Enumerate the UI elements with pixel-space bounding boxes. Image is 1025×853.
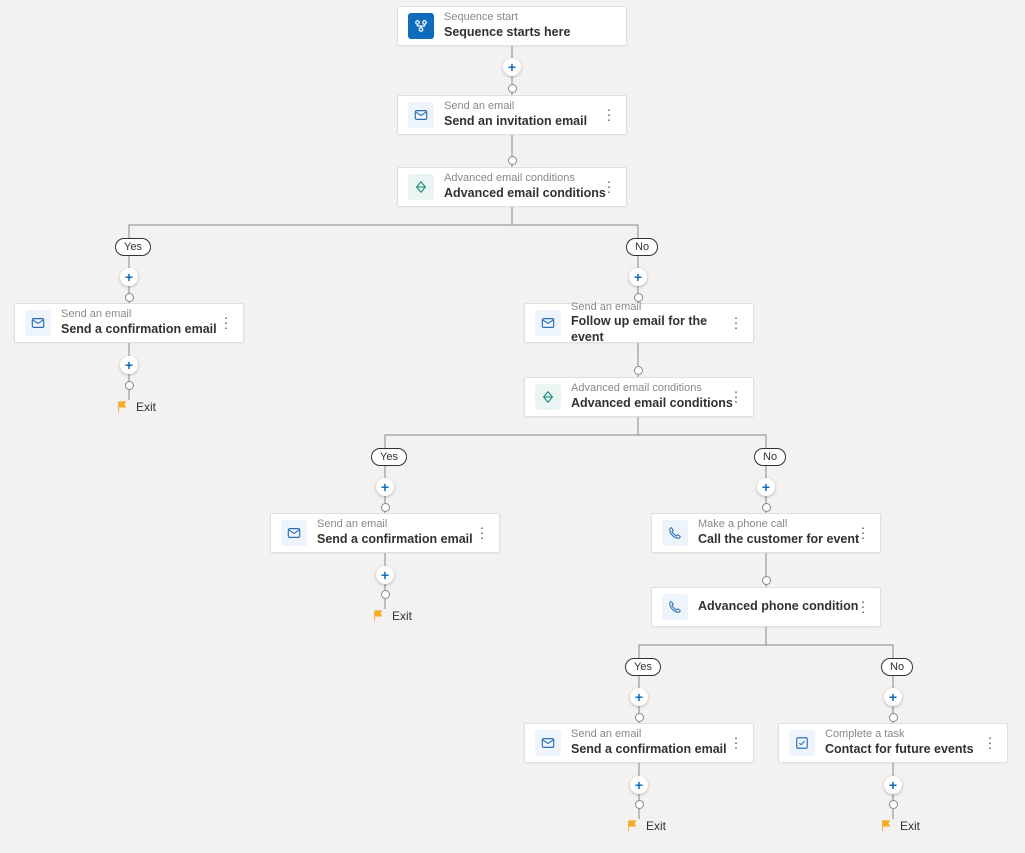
branch-no-label: No — [626, 238, 658, 256]
condition-icon — [408, 174, 434, 200]
email-icon — [535, 730, 561, 756]
exit-node: Exit — [372, 609, 412, 623]
node-subtitle: Make a phone call — [698, 518, 859, 532]
connector-port — [889, 800, 898, 809]
connector-port — [125, 293, 134, 302]
flag-icon — [880, 819, 894, 833]
node-send-confirmation-email-3[interactable]: Send an email Send a confirmation email … — [524, 723, 754, 763]
branch-yes-label: Yes — [371, 448, 407, 466]
branch-yes-label: Yes — [625, 658, 661, 676]
node-title: Send a confirmation email — [571, 742, 727, 758]
email-icon — [25, 310, 51, 336]
connector-port — [635, 800, 644, 809]
add-step-button[interactable]: + — [376, 478, 394, 496]
node-contact-future-events[interactable]: Complete a task Contact for future event… — [778, 723, 1008, 763]
add-step-button[interactable]: + — [120, 268, 138, 286]
email-icon — [408, 102, 434, 128]
add-step-button[interactable]: + — [503, 58, 521, 76]
connector-port — [381, 503, 390, 512]
node-subtitle: Send an email — [571, 301, 743, 315]
more-menu-icon[interactable]: ⋮ — [983, 735, 997, 752]
exit-label: Exit — [900, 819, 920, 833]
node-advanced-email-conditions-2[interactable]: Advanced email conditions Advanced email… — [524, 377, 754, 417]
node-sequence-start[interactable]: Sequence start Sequence starts here — [397, 6, 627, 46]
exit-node: Exit — [626, 819, 666, 833]
node-advanced-phone-condition[interactable]: Advanced phone condition ⋮ — [651, 587, 881, 627]
connector-port — [762, 576, 771, 585]
node-subtitle: Send an email — [317, 518, 473, 532]
email-icon — [535, 310, 561, 336]
connector-port — [635, 713, 644, 722]
flag-icon — [372, 609, 386, 623]
add-step-button[interactable]: + — [757, 478, 775, 496]
node-subtitle: Send an email — [444, 100, 587, 114]
add-step-button[interactable]: + — [120, 356, 138, 374]
connector-port — [634, 366, 643, 375]
flag-icon — [626, 819, 640, 833]
add-step-button[interactable]: + — [376, 566, 394, 584]
connector-port — [125, 381, 134, 390]
node-title: Call the customer for event — [698, 532, 859, 548]
more-menu-icon[interactable]: ⋮ — [475, 525, 489, 542]
node-follow-up-email[interactable]: Send an email Follow up email for the ev… — [524, 303, 754, 343]
exit-label: Exit — [136, 400, 156, 414]
sequence-start-icon — [408, 13, 434, 39]
node-title: Send a confirmation email — [61, 322, 217, 338]
connector-port — [508, 84, 517, 93]
node-title: Contact for future events — [825, 742, 974, 758]
more-menu-icon[interactable]: ⋮ — [219, 315, 233, 332]
node-send-confirmation-email-1[interactable]: Send an email Send a confirmation email … — [14, 303, 244, 343]
node-title: Sequence starts here — [444, 25, 570, 41]
more-menu-icon[interactable]: ⋮ — [856, 525, 870, 542]
node-title: Follow up email for the event — [571, 314, 743, 345]
exit-node: Exit — [880, 819, 920, 833]
node-send-confirmation-email-2[interactable]: Send an email Send a confirmation email … — [270, 513, 500, 553]
more-menu-icon[interactable]: ⋮ — [856, 599, 870, 616]
branch-no-label: No — [754, 448, 786, 466]
exit-label: Exit — [646, 819, 666, 833]
exit-label: Exit — [392, 609, 412, 623]
node-subtitle: Send an email — [61, 308, 217, 322]
node-send-invitation-email[interactable]: Send an email Send an invitation email ⋮ — [397, 95, 627, 135]
exit-node: Exit — [116, 400, 156, 414]
connector-port — [889, 713, 898, 722]
node-title: Advanced email conditions — [571, 396, 733, 412]
flag-icon — [116, 400, 130, 414]
add-step-button[interactable]: + — [884, 776, 902, 794]
node-subtitle: Complete a task — [825, 728, 974, 742]
node-subtitle: Sequence start — [444, 11, 570, 25]
node-title: Send a confirmation email — [317, 532, 473, 548]
node-subtitle: Advanced email conditions — [444, 172, 606, 186]
add-step-button[interactable]: + — [884, 688, 902, 706]
node-call-customer[interactable]: Make a phone call Call the customer for … — [651, 513, 881, 553]
add-step-button[interactable]: + — [630, 776, 648, 794]
condition-icon — [535, 384, 561, 410]
more-menu-icon[interactable]: ⋮ — [602, 179, 616, 196]
branch-no-label: No — [881, 658, 913, 676]
phone-icon — [662, 520, 688, 546]
node-subtitle: Advanced email conditions — [571, 382, 733, 396]
more-menu-icon[interactable]: ⋮ — [602, 107, 616, 124]
node-advanced-email-conditions-1[interactable]: Advanced email conditions Advanced email… — [397, 167, 627, 207]
node-title: Advanced phone condition — [698, 599, 858, 615]
more-menu-icon[interactable]: ⋮ — [729, 389, 743, 406]
add-step-button[interactable]: + — [629, 268, 647, 286]
connector-port — [762, 503, 771, 512]
node-title: Advanced email conditions — [444, 186, 606, 202]
more-menu-icon[interactable]: ⋮ — [729, 315, 743, 332]
flow-canvas: Sequence start Sequence starts here + Se… — [0, 0, 1025, 853]
email-icon — [281, 520, 307, 546]
phone-condition-icon — [662, 594, 688, 620]
more-menu-icon[interactable]: ⋮ — [729, 735, 743, 752]
branch-yes-label: Yes — [115, 238, 151, 256]
task-icon — [789, 730, 815, 756]
connector-port — [381, 590, 390, 599]
connector-port — [508, 156, 517, 165]
add-step-button[interactable]: + — [630, 688, 648, 706]
node-subtitle: Send an email — [571, 728, 727, 742]
node-title: Send an invitation email — [444, 114, 587, 130]
